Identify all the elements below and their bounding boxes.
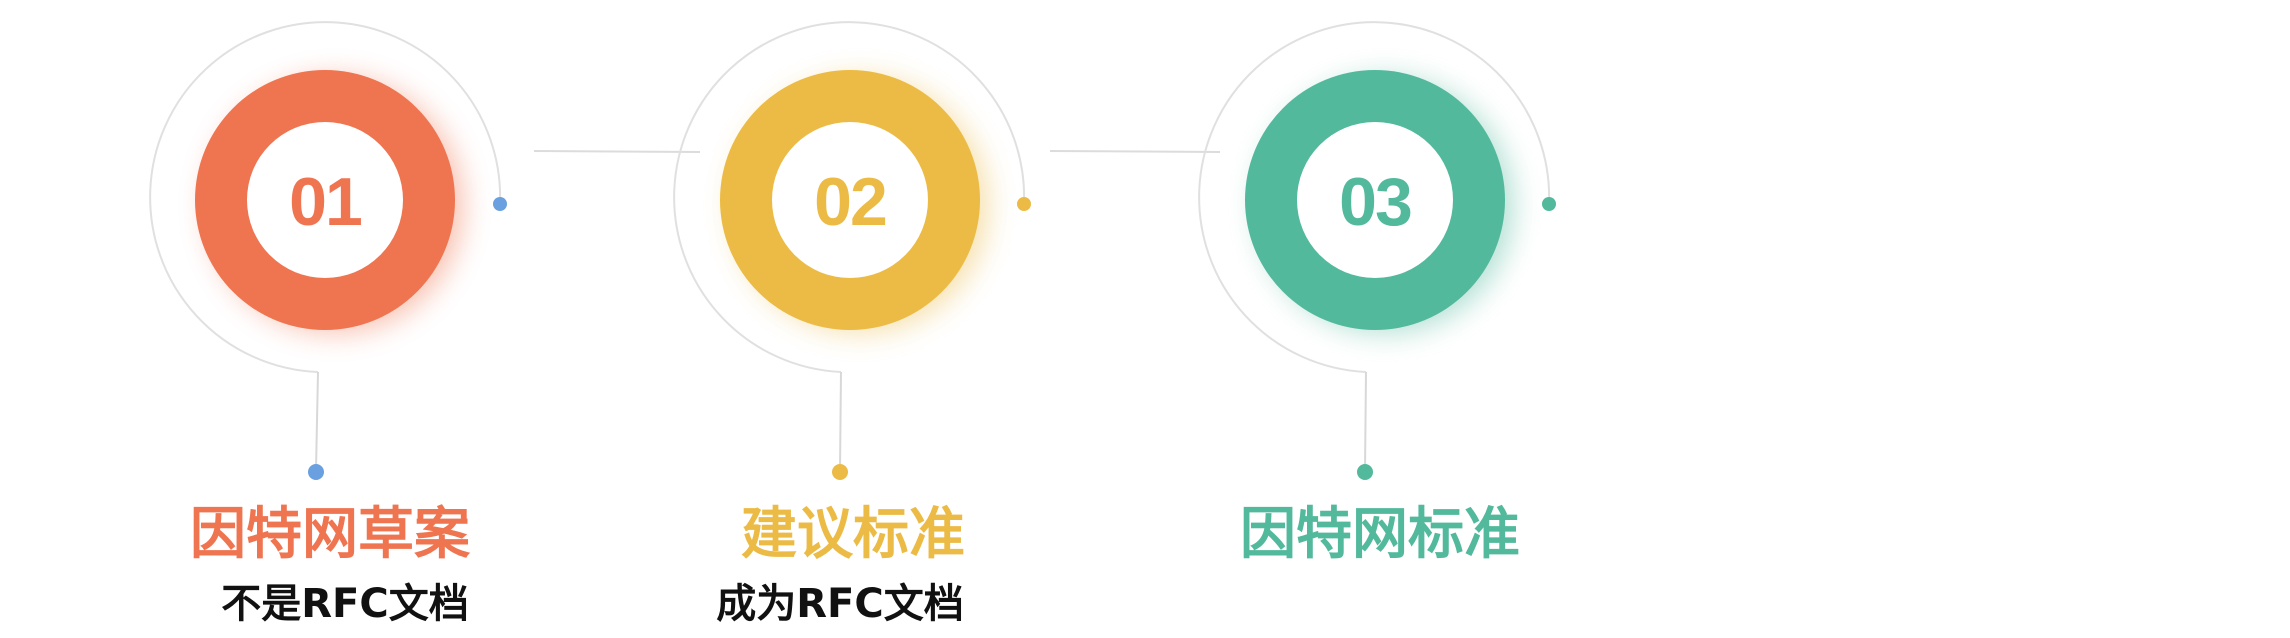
- step-01: 01 因特网草案 不是RFC文档: [149, 21, 507, 627]
- step-03-title: 因特网标准: [1240, 502, 1520, 567]
- connector-line-1: [533, 150, 701, 153]
- step-01-number: 01: [289, 164, 361, 240]
- step-03-bottom-dot: [1357, 464, 1373, 480]
- step-01-drop-line: [315, 371, 319, 471]
- step-03-drop-line: [1364, 371, 1367, 471]
- step-02-subtitle: 成为RFC文档: [716, 581, 963, 627]
- step-01-ring-end-dot: [493, 197, 507, 211]
- connector-line-2: [1049, 150, 1221, 153]
- step-02-number: 02: [814, 164, 886, 240]
- step-02: 02 建议标准 成为RFC文档: [673, 21, 1031, 627]
- step-03-ring-end-dot: [1542, 197, 1556, 211]
- step-03: 03 因特网标准: [1198, 21, 1556, 567]
- step-02-drop-line: [839, 371, 842, 471]
- step-02-bottom-dot: [832, 464, 848, 480]
- step-01-bottom-dot: [308, 464, 324, 480]
- step-02-ring-end-dot: [1017, 197, 1031, 211]
- step-01-subtitle: 不是RFC文档: [221, 581, 468, 627]
- process-diagram: 01 因特网草案 不是RFC文档 02 建议标准 成为RFC文档 03 因特网标…: [149, 21, 1556, 627]
- step-01-title: 因特网草案: [190, 502, 471, 567]
- step-02-title: 建议标准: [741, 502, 965, 567]
- step-03-number: 03: [1339, 164, 1411, 240]
